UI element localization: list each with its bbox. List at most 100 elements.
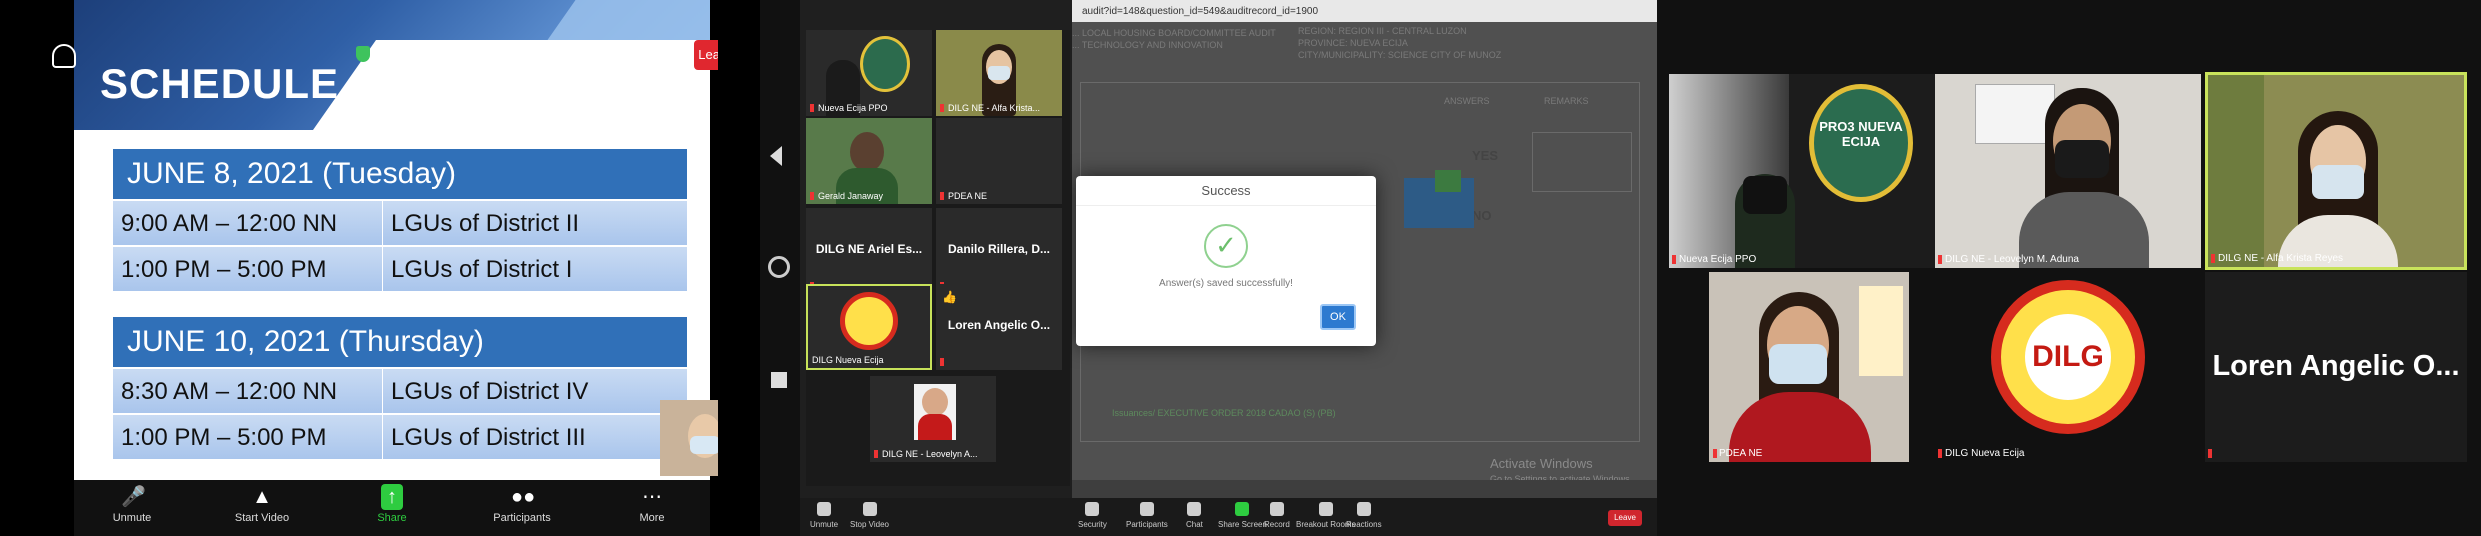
- participants-icon: [1139, 502, 1154, 516]
- participant-mask: [1743, 176, 1787, 214]
- participant-mask: [1769, 344, 1827, 384]
- curtain-background: [2208, 75, 2264, 267]
- schedule-group: LGUs of District IV: [391, 378, 589, 405]
- reactions-button[interactable]: Reactions: [1346, 502, 1382, 529]
- share-button[interactable]: ↑ Share: [344, 480, 440, 536]
- schedule-row: 9:00 AM – 12:00 NN LGUs of District II: [112, 200, 688, 246]
- participant-tile-active-speaker[interactable]: DILG Nueva Ecija: [806, 284, 932, 370]
- participant-tile[interactable]: DILG DILG Nueva Ecija: [1935, 272, 2201, 462]
- participant-tile[interactable]: DILG NE - Leovelyn M. Aduna: [1935, 74, 2201, 268]
- participant-name: DILG Nueva Ecija: [1945, 448, 2025, 459]
- shared-slide: SCHEDULE JUNE 8, 2021 (Tuesday) 9:00 AM …: [74, 0, 710, 480]
- ok-button[interactable]: OK: [1320, 304, 1356, 330]
- participant-tile[interactable]: DILG NE Ariel Es...: [806, 208, 932, 294]
- recent-apps-icon[interactable]: [771, 372, 787, 388]
- video-icon: [862, 502, 877, 516]
- chat-button[interactable]: Chat: [1186, 502, 1203, 529]
- wall-calendar: [1975, 84, 2055, 144]
- participant-name: Nueva Ecija PPO: [1679, 254, 1757, 265]
- dilg-logo-icon: DILG: [1991, 280, 2145, 434]
- participant-tile[interactable]: PRO3 NUEVA ECIJA Nueva Ecija PPO: [1669, 74, 1941, 268]
- participants-icon: ●●: [511, 486, 536, 508]
- participant-face: [850, 132, 884, 172]
- participant-tile-active-speaker[interactable]: DILG NE - Alfa Krista Reyes: [2205, 72, 2467, 270]
- record-button[interactable]: Record: [1264, 502, 1290, 529]
- participant-tile[interactable]: Loren Angelic O...: [2205, 272, 2467, 462]
- participant-name: DILG NE - Alfa Krista...: [948, 103, 1041, 113]
- page-text: REGION: REGION III - CENTRAL LUZON: [1298, 26, 1467, 36]
- zoom-menu[interactable]: Zoom ⌄: [378, 44, 444, 65]
- participant-tile[interactable]: Nueva Ecija PPO: [806, 30, 932, 116]
- schedule-time: 9:00 AM – 12:00 NN: [113, 201, 383, 245]
- back-arrow-icon[interactable]: [770, 146, 782, 166]
- participant-figure: [918, 414, 952, 440]
- mobile-zoom-panel: SCHEDULE JUNE 8, 2021 (Tuesday) 9:00 AM …: [0, 0, 760, 536]
- home-circle-icon[interactable]: [768, 256, 790, 278]
- web-footer-strip: [1072, 480, 1657, 498]
- participant-tile[interactable]: PDEA NE: [936, 118, 1062, 204]
- unmute-button[interactable]: Unmute: [810, 502, 838, 529]
- participant-name: DILG Nueva Ecija: [812, 355, 884, 365]
- schedule-time: 1:00 PM – 5:00 PM: [113, 247, 383, 291]
- participant-tile[interactable]: Gerald Janaway: [806, 118, 932, 204]
- mic-muted-icon: [1713, 449, 1717, 458]
- dialog-message: Answer(s) saved successfully!: [1159, 278, 1293, 289]
- start-video-button[interactable]: ▲ Start Video: [214, 480, 310, 536]
- video-off-icon: ▲: [252, 486, 272, 508]
- participants-button[interactable]: Participants: [1126, 502, 1168, 529]
- shield-icon[interactable]: [356, 46, 370, 62]
- participant-name: Danilo Rillera, D...: [947, 242, 1051, 256]
- share-screen-button[interactable]: Share Screen: [1218, 502, 1267, 529]
- participant-name: DILG NE - Alfa Krista Reyes: [2218, 253, 2344, 264]
- participant-tile[interactable]: Loren Angelic O... 👍: [936, 284, 1062, 370]
- zoom-label: Zoom: [378, 44, 425, 64]
- mic-muted-icon: [1938, 449, 1942, 458]
- more-button[interactable]: ⋯ More: [604, 480, 700, 536]
- toolbar-label: Participants: [493, 512, 551, 524]
- mic-muted-icon: [2208, 449, 2212, 458]
- chevron-down-icon: ⌄: [429, 44, 445, 64]
- participant-tile[interactable]: PDEA NE: [1669, 272, 1941, 462]
- mic-muted-icon: [810, 192, 814, 200]
- stop-video-button[interactable]: Stop Video: [850, 502, 889, 529]
- participant-name: DILG NE Ariel Es...: [815, 242, 923, 256]
- participants-button[interactable]: ●● Participants: [474, 480, 570, 536]
- page-text: ... TECHNOLOGY AND INNOVATION: [1072, 40, 1223, 50]
- toolbar-label: More: [639, 512, 665, 524]
- answer-yes[interactable]: YES: [1472, 148, 1498, 163]
- schedule-block: JUNE 10, 2021 (Thursday) 8:30 AM – 12:00…: [112, 316, 688, 460]
- leave-button[interactable]: Leave: [1608, 510, 1642, 526]
- side-rail: [718, 0, 760, 536]
- security-button[interactable]: Security: [1078, 502, 1107, 529]
- schedule-group: LGUs of District II: [391, 210, 580, 237]
- thumbs-up-icon: 👍: [942, 290, 957, 304]
- issuance-link[interactable]: Issuances/ EXECUTIVE ORDER 2018 CADAO (S…: [1112, 408, 1336, 418]
- police-emblem-icon: PRO3 NUEVA ECIJA: [1809, 84, 1913, 202]
- address-bar[interactable]: audit?id=148&question_id=549&auditrecord…: [1072, 0, 1657, 22]
- participant-tile[interactable]: Danilo Rillera, D...: [936, 208, 1062, 294]
- participant-face: [922, 388, 948, 416]
- gallery-view-panel: PRO3 NUEVA ECIJA Nueva Ecija PPO DILG NE…: [1657, 0, 2481, 536]
- share-icon: ↑: [381, 484, 403, 510]
- participant-tile[interactable]: DILG NE - Alfa Krista...: [936, 30, 1062, 116]
- mic-muted-icon: [1672, 255, 1676, 264]
- toolbar-label: Unmute: [112, 512, 152, 524]
- mobile-toolbar: 🎤 Unmute ▲ Start Video ↑ Share ●● Partic…: [74, 480, 710, 536]
- tablet-nav-bar: [760, 0, 800, 536]
- dialog-title: Success: [1076, 176, 1376, 206]
- slide-title: SCHEDULE: [100, 60, 340, 107]
- answer-no[interactable]: NO: [1472, 208, 1492, 223]
- schedule-group: LGUs of District I: [391, 256, 573, 283]
- participant-name: Gerald Janaway: [818, 191, 884, 201]
- schedule-block: JUNE 8, 2021 (Tuesday) 9:00 AM – 12:00 N…: [112, 148, 688, 292]
- headphones-icon[interactable]: [52, 44, 76, 68]
- participant-tile[interactable]: DILG NE - Leovelyn A...: [870, 376, 996, 462]
- participant-mask: [2312, 165, 2364, 199]
- mic-muted-icon: [1938, 255, 1942, 264]
- desktop-zoom-panel: audit?id=148&question_id=549&auditrecord…: [760, 0, 1657, 536]
- participant-name: PDEA NE: [948, 191, 988, 201]
- remarks-field[interactable]: [1532, 132, 1632, 192]
- mic-muted-icon: [940, 104, 944, 112]
- schedule-group: LGUs of District III: [391, 424, 586, 451]
- unmute-button[interactable]: 🎤 Unmute: [84, 480, 180, 536]
